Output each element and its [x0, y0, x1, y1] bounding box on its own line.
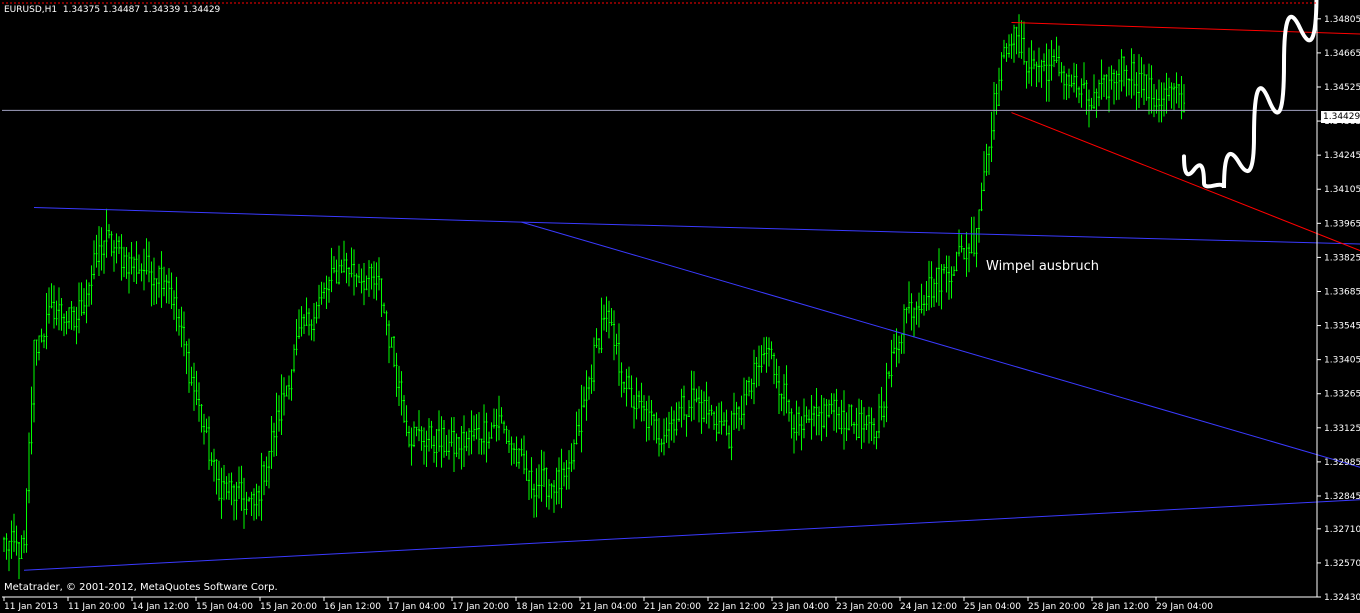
- trendline-blue: [23, 499, 1360, 571]
- annotation-label: Wimpel ausbruch: [986, 259, 1100, 274]
- y-tick-label: 1.33545: [1324, 322, 1360, 332]
- projection-curve: [1182, 0, 1319, 189]
- y-axis-ticks: 1.348051.346651.345251.343851.342451.341…: [1317, 15, 1360, 603]
- y-tick-label: 1.34525: [1324, 83, 1360, 93]
- x-tick-label: 14 Jan 12:00: [132, 602, 189, 612]
- y-tick-label: 1.32710: [1324, 525, 1360, 535]
- y-tick-label: 1.32985: [1324, 458, 1360, 468]
- x-tick-label: 15 Jan 04:00: [196, 602, 253, 612]
- y-tick-label: 1.34665: [1324, 49, 1360, 59]
- x-tick-label: 28 Jan 12:00: [1092, 602, 1149, 612]
- x-tick-label: 17 Jan 20:00: [452, 602, 509, 612]
- x-tick-label: 29 Jan 04:00: [1156, 602, 1213, 612]
- y-tick-label: 1.33685: [1324, 287, 1360, 297]
- y-tick-label: 1.33125: [1324, 424, 1360, 434]
- trendline-blue: [521, 221, 1360, 468]
- x-tick-label: 21 Jan 20:00: [644, 602, 701, 612]
- y-tick-label: 1.34245: [1324, 151, 1360, 161]
- x-tick-label: 22 Jan 12:00: [708, 602, 765, 612]
- x-tick-label: 23 Jan 04:00: [772, 602, 829, 612]
- y-tick-label: 1.32845: [1324, 492, 1360, 502]
- copyright-text: Metatrader, © 2001-2012, MetaQuotes Soft…: [4, 582, 278, 593]
- x-tick-label: 25 Jan 20:00: [1028, 602, 1085, 612]
- chart-canvas: 1.348051.346651.345251.343851.342451.341…: [2, 0, 1360, 612]
- y-tick-label: 1.33405: [1324, 356, 1360, 366]
- chart-title: EURUSD,H1 1.34375 1.34487 1.34339 1.3442…: [4, 5, 221, 15]
- x-tick-label: 15 Jan 20:00: [260, 602, 317, 612]
- y-tick-label: 1.33965: [1324, 219, 1360, 229]
- x-tick-label: 23 Jan 20:00: [836, 602, 893, 612]
- current-price-tag: 1.34429: [1321, 111, 1360, 123]
- y-tick-label: 1.32430: [1324, 593, 1360, 603]
- x-tick-label: 11 Jan 2013: [4, 602, 58, 612]
- candlestick-series: [3, 14, 1185, 580]
- x-tick-label: 11 Jan 20:00: [68, 602, 125, 612]
- x-tick-label: 16 Jan 12:00: [324, 602, 381, 612]
- trendline-red: [1011, 21, 1360, 35]
- trendline-blue: [33, 206, 1360, 245]
- y-tick-label: 1.33825: [1324, 253, 1360, 263]
- x-axis-ticks: 11 Jan 2013 11 Jan 20:00 14 Jan 12:00 15 Ja…: [3, 597, 1213, 612]
- y-tick-label: 1.34105: [1324, 185, 1360, 195]
- x-tick-label: 25 Jan 04:00: [964, 602, 1021, 612]
- axes: [2, 2, 1318, 598]
- x-tick-label: 17 Jan 04:00: [388, 602, 445, 612]
- x-tick-label: 21 Jan 04:00: [580, 602, 637, 612]
- y-tick-label: 1.33265: [1324, 390, 1360, 400]
- y-tick-label: 1.34805: [1324, 15, 1360, 25]
- x-tick-label: 18 Jan 12:00: [516, 602, 573, 612]
- y-tick-label: 1.32570: [1324, 559, 1360, 569]
- x-tick-label: 24 Jan 12:00: [900, 602, 957, 612]
